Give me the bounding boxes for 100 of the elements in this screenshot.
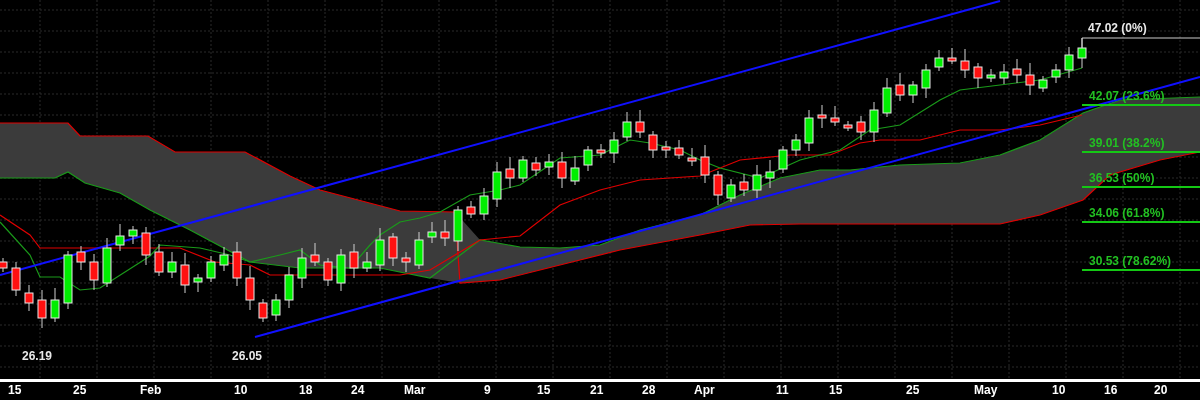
candlestick — [1025, 62, 1035, 96]
candlestick — [362, 251, 372, 273]
candlestick — [869, 101, 879, 143]
x-axis-label: Feb — [140, 382, 162, 398]
candlestick — [102, 237, 112, 288]
x-axis-label: 18 — [299, 382, 313, 398]
x-axis-label: 25 — [906, 382, 920, 398]
x-axis-label: 20 — [1154, 382, 1168, 398]
candlestick — [921, 63, 931, 99]
candlestick — [583, 145, 593, 172]
candlestick — [1064, 46, 1074, 79]
candlestick — [752, 164, 762, 199]
candlestick — [37, 289, 47, 329]
x-axis-label: 15 — [537, 382, 551, 398]
candlestick — [934, 49, 944, 72]
x-axis-label: 15 — [829, 382, 843, 398]
candlestick — [700, 144, 710, 184]
candlestick — [440, 219, 450, 247]
candlestick — [0, 257, 8, 273]
candlestick — [648, 130, 658, 159]
candlestick — [713, 170, 723, 206]
x-axis-label: 25 — [73, 382, 87, 398]
candlestick — [297, 247, 307, 289]
candlestick — [505, 156, 515, 189]
candlestick — [349, 243, 359, 279]
fibonacci-level-label: 34.06 (61.8%) — [1089, 206, 1165, 220]
candlestick — [401, 251, 411, 273]
low-price-label: 26.19 — [22, 349, 53, 363]
fibonacci-level-label: 39.01 (38.2%) — [1089, 136, 1165, 150]
candlestick — [791, 133, 801, 157]
candlestick — [193, 273, 203, 293]
candlestick — [960, 48, 970, 79]
x-axis-label: 28 — [642, 382, 656, 398]
candlestick — [622, 111, 632, 142]
candlestick — [804, 109, 814, 152]
x-axis-label: Apr — [694, 382, 715, 398]
candlestick — [973, 62, 983, 89]
candlestick — [271, 293, 281, 322]
candlestick — [1051, 63, 1061, 84]
candlestick — [999, 63, 1009, 85]
x-axis-label: 9 — [484, 382, 491, 398]
candlestick — [24, 284, 34, 312]
x-axis-label: 10 — [1052, 382, 1066, 398]
candlestick — [219, 246, 229, 272]
x-axis-label: 11 — [776, 382, 789, 398]
candlestick — [635, 109, 645, 139]
candlestick — [856, 115, 866, 141]
candlestick — [206, 255, 216, 283]
candlestick — [388, 232, 398, 267]
x-axis-label: 10 — [234, 382, 248, 398]
candlestick — [63, 250, 73, 310]
candlestick — [492, 161, 502, 208]
candlestick — [531, 156, 541, 177]
candlestick — [687, 147, 697, 167]
candlestick — [50, 287, 60, 323]
candlestick — [947, 47, 957, 65]
candlestick — [141, 226, 151, 266]
x-axis-label: Mar — [404, 382, 426, 398]
candlestick — [128, 225, 138, 245]
candlestick — [232, 241, 242, 287]
candlestick — [414, 231, 424, 270]
candlestick — [908, 80, 918, 104]
candlestick — [323, 257, 333, 287]
candlestick — [726, 178, 736, 203]
candlestick — [284, 266, 294, 309]
candlestick — [466, 200, 476, 219]
candlestick — [115, 223, 125, 252]
candlestick — [778, 145, 788, 174]
x-axis-label: 21 — [590, 382, 604, 398]
candlestick — [986, 68, 996, 83]
candlestick — [609, 131, 619, 164]
low-price-label: 26.05 — [232, 349, 263, 363]
candlestick — [245, 265, 255, 311]
candlestick — [596, 143, 606, 159]
candlestick — [1038, 75, 1048, 93]
candlestick — [765, 159, 775, 189]
candlestick — [557, 151, 567, 189]
candlestick — [674, 139, 684, 160]
candlestick — [843, 120, 853, 132]
x-axis-label: 24 — [351, 382, 365, 398]
x-axis-label: 16 — [1104, 382, 1118, 398]
candlestick — [544, 153, 554, 176]
candlestick — [830, 105, 840, 127]
candlestick — [518, 155, 528, 183]
candlestick — [375, 227, 385, 272]
candlestick — [167, 251, 177, 279]
x-axis-label: May — [974, 382, 998, 398]
last-price-label: 47.02 (0%) — [1088, 21, 1147, 35]
candlestick — [882, 77, 892, 118]
candlestick — [817, 104, 827, 129]
candlestick — [570, 155, 580, 186]
candlestick — [739, 173, 749, 197]
candlestick — [89, 253, 99, 291]
fibonacci-level-label: 30.53 (78.62%) — [1089, 254, 1172, 268]
x-axis-label: 15 — [8, 382, 22, 398]
candlestick — [336, 248, 346, 292]
candlestick — [427, 221, 437, 244]
candlestick — [310, 242, 320, 267]
candlestick — [76, 245, 86, 271]
candlestick — [11, 261, 21, 297]
